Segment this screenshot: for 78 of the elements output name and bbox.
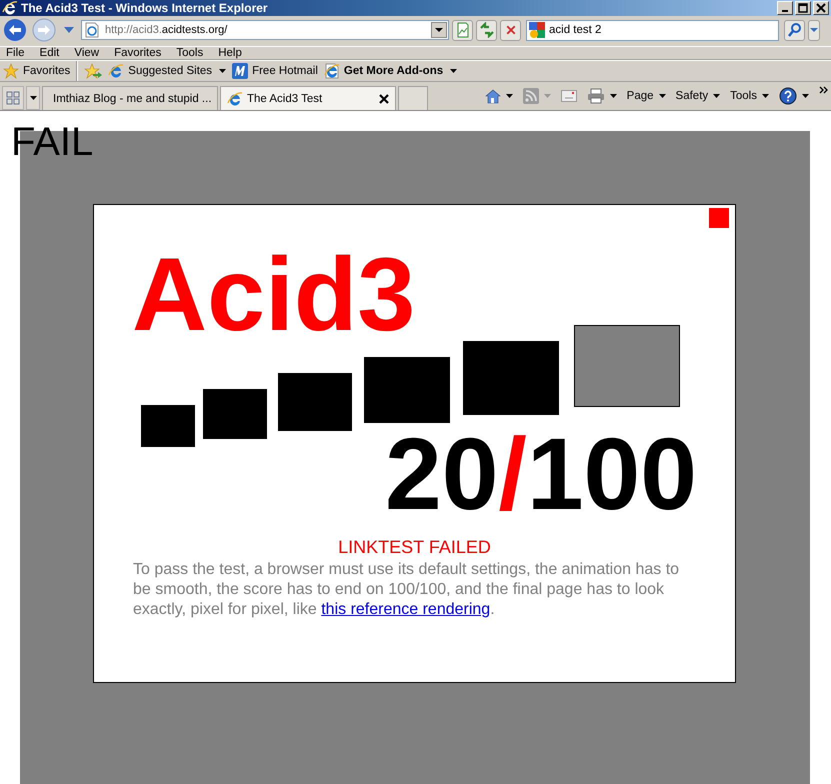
menu-item[interactable]: View	[72, 47, 106, 59]
marker-square	[709, 208, 729, 228]
browser-logo-icon	[2, 0, 18, 16]
forward-button[interactable]	[31, 17, 57, 43]
caret-icon	[450, 69, 458, 73]
refresh-icon	[478, 22, 494, 38]
page-icon	[85, 22, 99, 38]
caret-icon	[506, 94, 513, 98]
caret-icon	[810, 28, 818, 32]
caret-icon	[30, 96, 36, 100]
address-field[interactable]: http://acid3.acidtests.org/	[81, 20, 449, 40]
minimize-icon	[782, 10, 788, 12]
stop-button[interactable]	[500, 20, 521, 40]
search-text: acid test 2	[549, 24, 602, 36]
caret-icon	[762, 94, 769, 98]
add-favorite-icon[interactable]	[84, 63, 102, 79]
reference-link[interactable]: this reference rendering	[321, 601, 490, 618]
error-message: LINKTEST FAILED	[337, 537, 492, 558]
caret-icon	[658, 94, 666, 98]
command-menu[interactable]: Safety	[676, 90, 720, 102]
instructions-paragraph: To pass the test, a browser must use its default settings, the animation has to be smooth, the score has to end on 100/100, and the final page has to look exactly, pixel for pixel, like this reference rendering.	[133, 560, 680, 620]
command-menu[interactable]: Tools	[730, 90, 769, 102]
close-button[interactable]	[813, 1, 829, 15]
close-tab-icon[interactable]	[379, 94, 389, 104]
mail-button[interactable]	[560, 90, 577, 102]
command-menu[interactable]: Page	[626, 90, 666, 102]
printer-icon	[586, 88, 605, 104]
search-options-button[interactable]	[808, 20, 820, 40]
letter-tile-icon	[232, 63, 248, 79]
url-text: http://acid3.acidtests.org/	[105, 24, 228, 36]
feed-icon	[522, 88, 539, 104]
caret-icon	[610, 94, 617, 98]
back-button[interactable]	[2, 17, 28, 43]
home-icon	[484, 88, 501, 104]
tab-list-button[interactable]	[26, 86, 40, 110]
mail-icon	[560, 90, 577, 102]
star-icon	[3, 63, 19, 79]
chevron-icon[interactable]	[819, 86, 829, 94]
print-button[interactable]	[586, 88, 617, 104]
menu-item[interactable]: Favorites	[112, 47, 168, 59]
heading: Acid3	[132, 243, 416, 347]
refresh-button[interactable]	[476, 20, 497, 40]
favorites-link[interactable]: Get More Add-ons	[324, 63, 458, 79]
caret-icon	[802, 94, 809, 98]
score-value: 20	[385, 423, 498, 525]
help-icon	[779, 87, 797, 105]
score-slash: /	[498, 423, 527, 525]
caret-icon	[219, 69, 226, 73]
search-provider-icon	[529, 22, 545, 38]
compatibility-button[interactable]	[452, 20, 473, 40]
search-field[interactable]: acid test 2	[526, 20, 779, 40]
favorites-button[interactable]: Favorites	[3, 63, 70, 79]
grid-icon	[6, 91, 20, 105]
favorites-link[interactable]: Free Hotmail	[232, 63, 318, 79]
home-button[interactable]	[484, 88, 513, 104]
window-title: The Acid3 Test - Windows Internet Explorer	[21, 1, 269, 15]
minimize-button[interactable]	[777, 1, 793, 15]
caret-icon	[713, 94, 720, 98]
caret-icon	[544, 94, 551, 98]
dropdown-arrow-icon[interactable]	[64, 27, 74, 33]
menu-item[interactable]: Tools	[174, 47, 210, 59]
close-icon	[816, 3, 826, 13]
caret-icon	[435, 28, 443, 32]
stop-icon	[504, 24, 516, 36]
browser-tab[interactable]: Imthiaz Blog - me and stupid ...	[42, 86, 218, 110]
maximize-icon	[798, 3, 808, 13]
maximize-button[interactable]	[795, 1, 811, 15]
menu-item[interactable]: Help	[216, 47, 249, 59]
search-button[interactable]	[784, 20, 805, 40]
menu-item[interactable]: File	[4, 47, 32, 59]
help-button[interactable]	[779, 87, 809, 105]
search-icon	[786, 22, 802, 38]
score-total: 100	[526, 423, 697, 525]
address-dropdown-button[interactable]	[431, 22, 447, 38]
favorites-link[interactable]: Suggested Sites	[108, 63, 226, 79]
browser-tab[interactable]: The Acid3 Test	[220, 86, 396, 110]
menu-item[interactable]: Edit	[38, 47, 66, 59]
page-chart-icon	[454, 22, 470, 38]
